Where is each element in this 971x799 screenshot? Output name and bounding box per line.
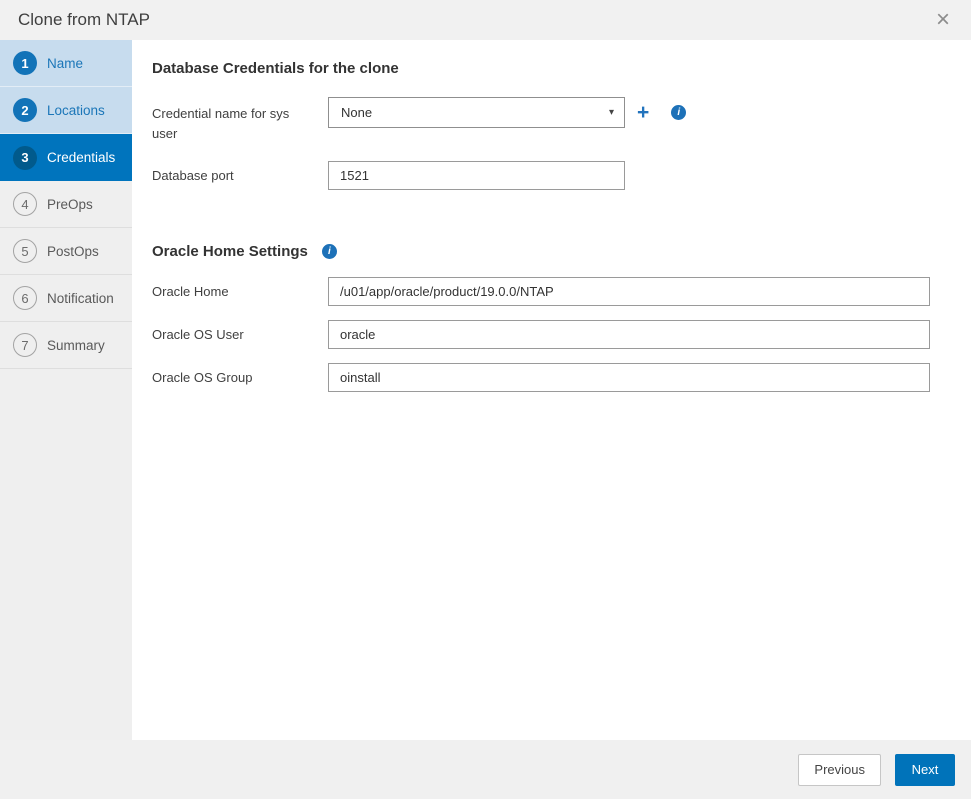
dialog-footer: Previous Next [0, 740, 971, 799]
step-name[interactable]: 1 Name [0, 40, 132, 87]
database-credentials-heading: Database Credentials for the clone [152, 60, 399, 77]
step-number-badge: 5 [13, 239, 37, 263]
database-port-label: Database port [152, 167, 234, 183]
oracle-home-settings-heading: Oracle Home Settings i [152, 243, 971, 260]
credential-name-row: Credential name for sys user None ▾ + i [152, 97, 971, 144]
oracle-os-user-row: Oracle OS User [152, 320, 971, 350]
next-button[interactable]: Next [895, 753, 955, 786]
step-label: Locations [47, 102, 105, 118]
step-number-badge: 6 [13, 286, 37, 310]
step-number-badge: 4 [13, 192, 37, 216]
step-number-badge: 7 [13, 333, 37, 357]
step-label: Name [47, 55, 84, 71]
step-credentials[interactable]: 3 Credentials [0, 134, 132, 181]
chevron-down-icon: ▾ [608, 107, 614, 118]
step-number-badge: 2 [13, 98, 37, 122]
credential-name-label: Credential name for sys user [152, 106, 290, 142]
database-port-input[interactable] [328, 161, 625, 191]
oracle-home-info-icon[interactable]: i [321, 244, 337, 260]
oracle-os-user-label: Oracle OS User [152, 326, 244, 342]
step-postops[interactable]: 5 PostOps [0, 228, 132, 275]
previous-button[interactable]: Previous [798, 753, 881, 786]
step-label: Summary [47, 337, 105, 353]
oracle-os-group-row: Oracle OS Group [152, 363, 971, 393]
oracle-os-group-label: Oracle OS Group [152, 369, 253, 385]
step-label: Notification [47, 290, 114, 306]
oracle-os-group-input[interactable] [328, 363, 930, 393]
step-number-badge: 1 [13, 51, 37, 75]
oracle-home-label: Oracle Home [152, 283, 229, 299]
add-credential-icon[interactable]: + [637, 102, 649, 123]
dialog-title: Clone from NTAP [18, 10, 150, 29]
oracle-os-user-input[interactable] [328, 320, 930, 350]
step-summary[interactable]: 7 Summary [0, 322, 132, 369]
credential-info-icon[interactable]: i [671, 105, 687, 120]
step-label: PreOps [47, 196, 93, 212]
step-preops[interactable]: 4 PreOps [0, 181, 132, 228]
close-icon[interactable]: × [925, 0, 961, 40]
step-number-badge: 3 [13, 145, 37, 170]
credential-name-selected-value: None [341, 105, 373, 120]
credentials-step-panel: Database Credentials for the clone Crede… [132, 40, 971, 740]
clone-wizard-dialog: Clone from NTAP × 1 Name 2 Locations 3 C… [0, 0, 971, 799]
step-notification[interactable]: 6 Notification [0, 275, 132, 322]
oracle-home-settings-heading-text: Oracle Home Settings [152, 243, 308, 261]
oracle-home-input[interactable] [328, 277, 930, 307]
step-label: PostOps [47, 243, 99, 259]
database-port-row: Database port [152, 161, 971, 191]
wizard-steps-sidebar: 1 Name 2 Locations 3 Credentials 4 PreOp… [0, 40, 132, 740]
step-label: Credentials [47, 150, 116, 165]
dialog-header: Clone from NTAP × [0, 0, 971, 40]
step-locations[interactable]: 2 Locations [0, 87, 132, 134]
oracle-home-row: Oracle Home [152, 277, 971, 307]
credential-name-select[interactable]: None ▾ [328, 97, 625, 128]
